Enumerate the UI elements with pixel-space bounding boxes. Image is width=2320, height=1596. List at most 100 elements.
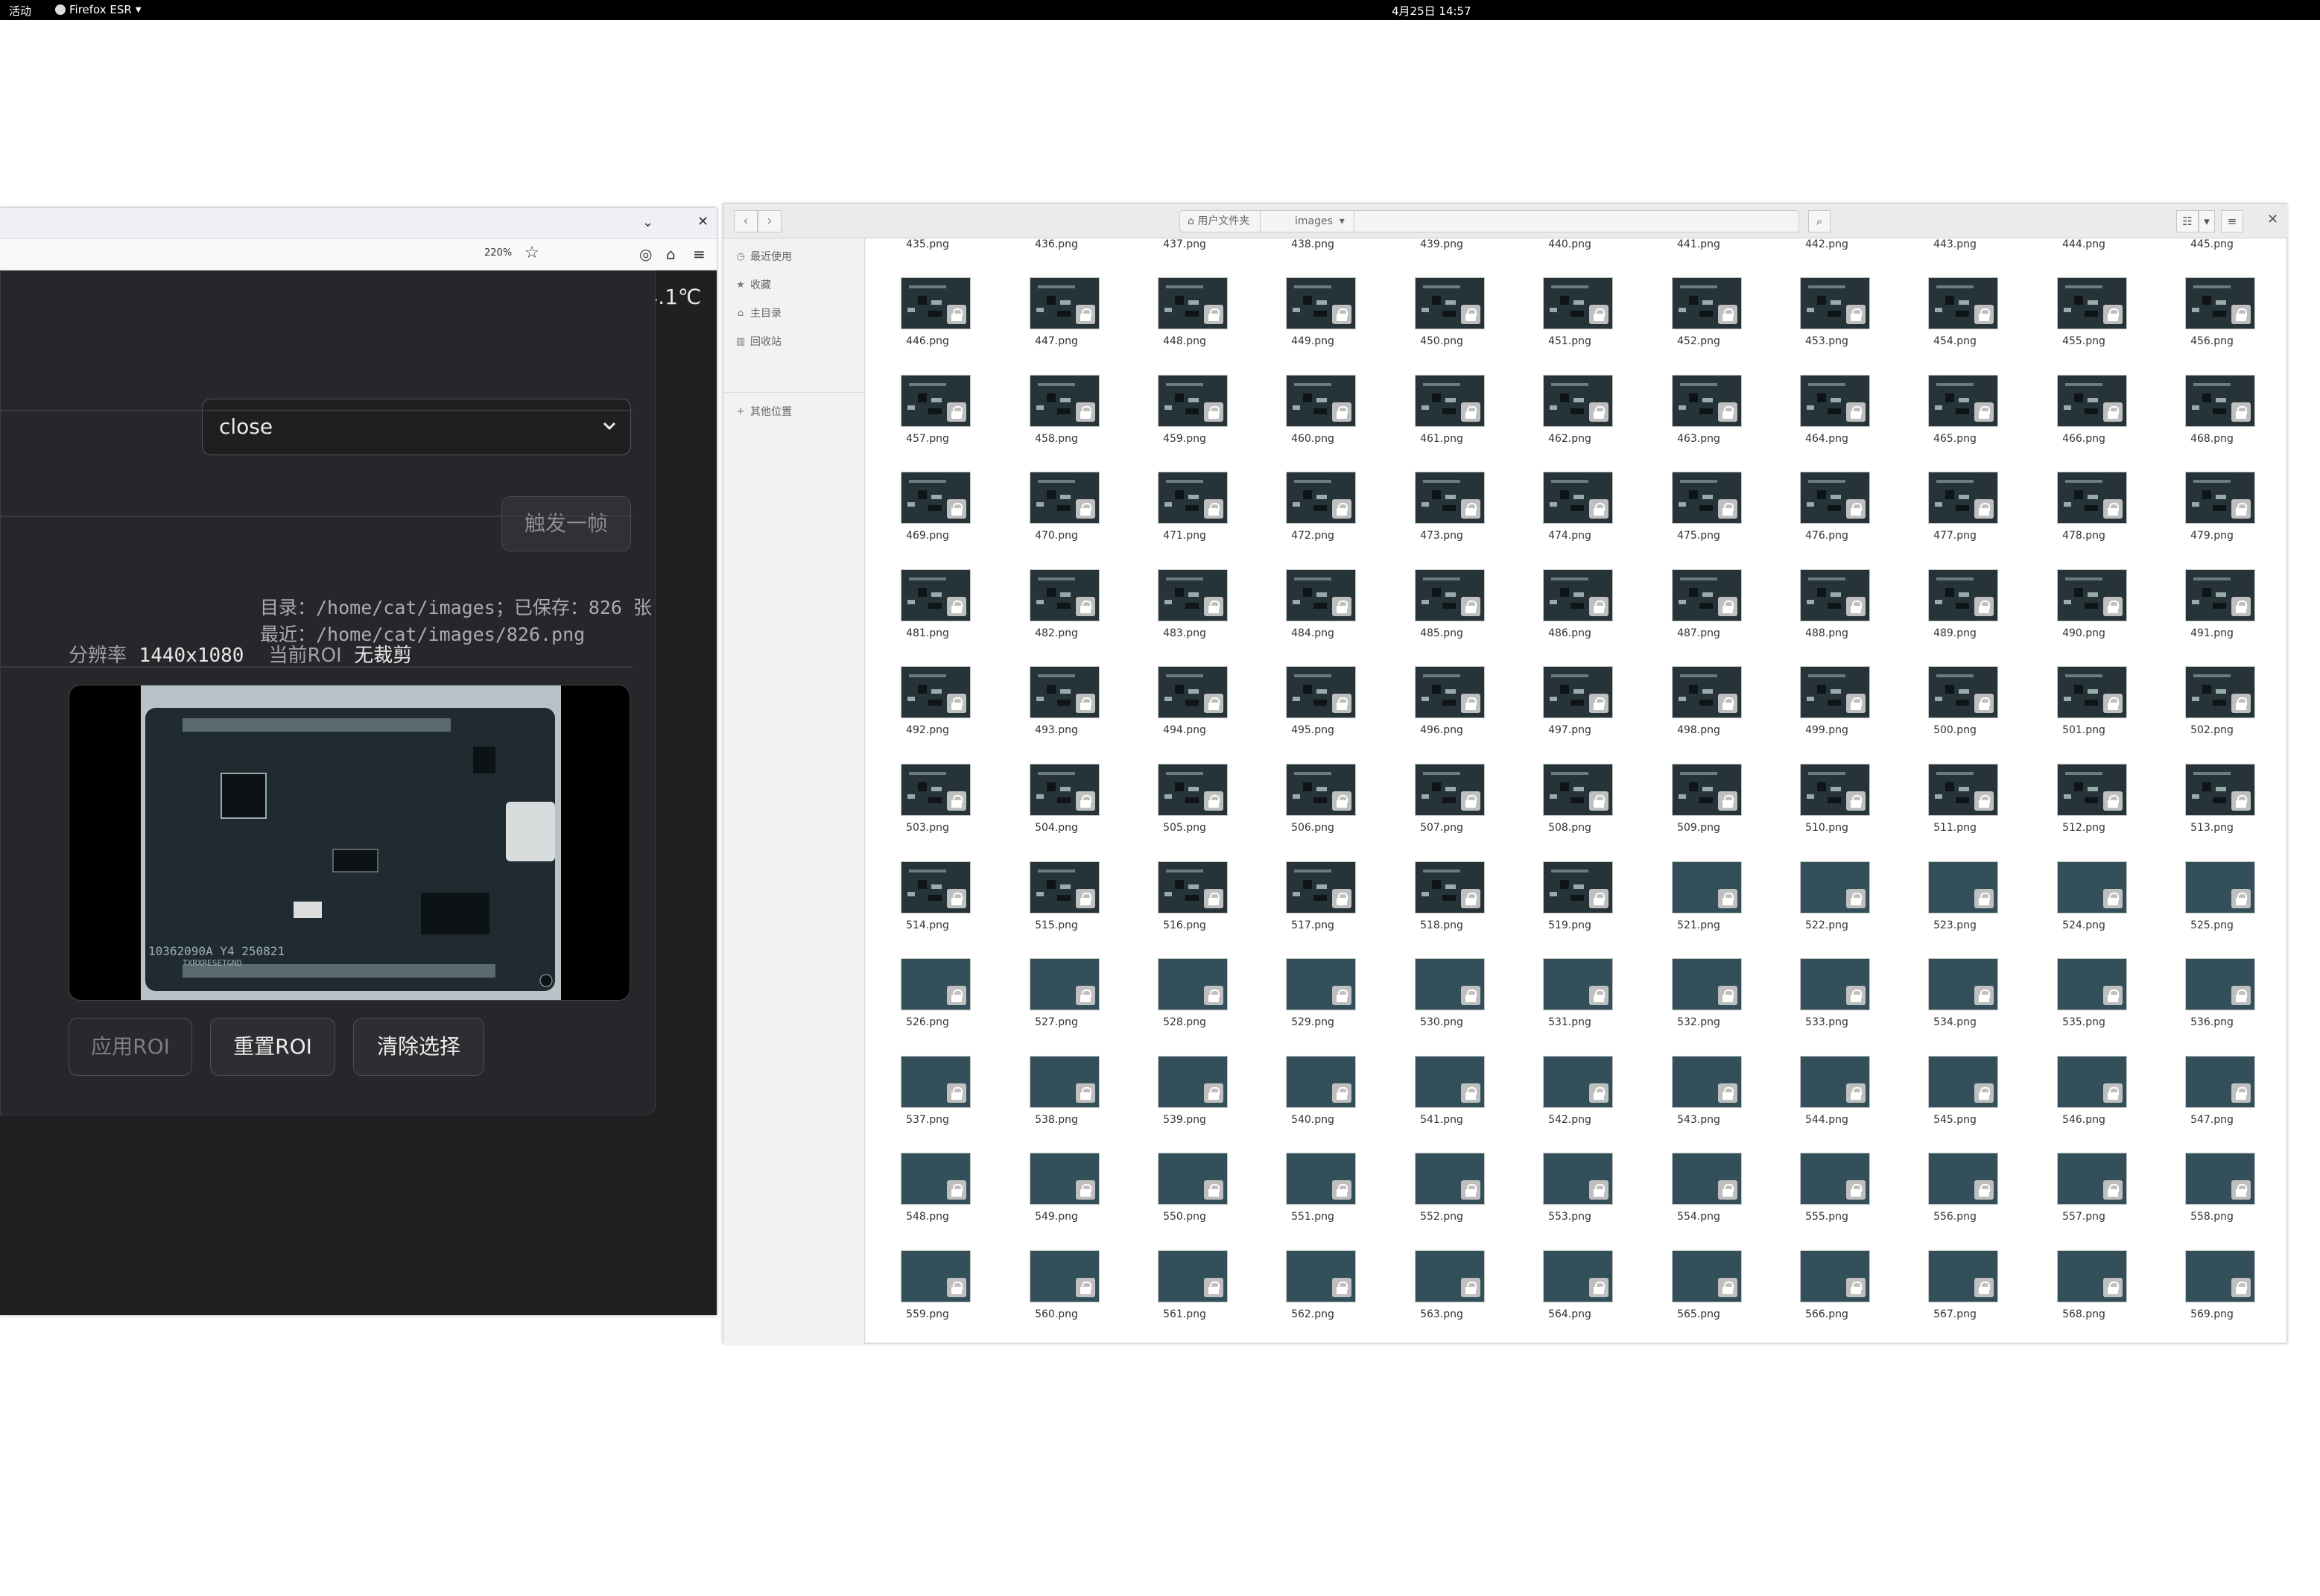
lock-icon — [1718, 888, 1737, 908]
view-list-icon[interactable]: ☷ — [2176, 210, 2199, 232]
lock-icon — [1846, 499, 1866, 519]
trigger-frame-button[interactable]: 触发一帧 — [501, 496, 631, 551]
menu-icon[interactable]: ≡ — [693, 245, 706, 263]
close-window-icon[interactable]: ✕ — [697, 214, 709, 229]
file-thumbnail — [1030, 374, 1100, 427]
lock-icon — [1846, 888, 1866, 908]
file-name: 517.png — [1291, 919, 1334, 931]
extensions-icon[interactable]: ⌂ — [666, 245, 676, 263]
lock-icon — [1846, 791, 1866, 811]
clear-selection-button[interactable]: 清除选择 — [353, 1018, 484, 1076]
search-icon[interactable]: ⌕ — [1808, 210, 1831, 232]
file-name: 556.png — [1933, 1211, 1977, 1223]
lock-icon — [1974, 694, 1994, 714]
lock-icon — [1332, 305, 1351, 324]
file-thumbnail — [2185, 277, 2255, 329]
file-thumbnail — [2057, 569, 2127, 621]
file-thumbnail — [901, 277, 971, 329]
file-name: 497.png — [1548, 724, 1591, 737]
file-name-partial[interactable]: 438.png — [1272, 238, 1354, 250]
hamburger-menu-icon[interactable]: ≡ — [2221, 210, 2243, 232]
file-name-partial[interactable]: 435.png — [887, 238, 969, 250]
forward-button[interactable]: › — [758, 210, 782, 232]
file-thumbnail — [901, 569, 971, 621]
file-name: 565.png — [1677, 1308, 1720, 1320]
lock-icon — [947, 986, 966, 1006]
file-thumbnail — [1543, 1153, 1613, 1206]
file-name: 446.png — [906, 335, 949, 347]
file-name: 469.png — [906, 530, 949, 542]
app-menu-label: Firefox ESR — [69, 3, 132, 16]
lock-icon — [1589, 986, 1609, 1006]
file-thumbnail — [2185, 1055, 2255, 1108]
sidebar-item-recent[interactable]: ◷ 最近使用 — [735, 249, 792, 264]
view-options-chevron-icon[interactable]: ▾ — [2199, 210, 2215, 232]
file-name-partial[interactable]: 436.png — [1015, 238, 1097, 250]
file-thumbnail — [1415, 569, 1485, 621]
account-icon[interactable]: ◎ — [639, 245, 652, 263]
file-name: 471.png — [1163, 530, 1206, 542]
mode-select[interactable]: close — [202, 399, 631, 455]
reset-roi-button[interactable]: 重置ROI — [210, 1018, 335, 1076]
file-thumbnail — [1286, 374, 1356, 427]
bookmark-star-icon[interactable]: ☆ — [524, 244, 539, 262]
sidebar-item-label: 收藏 — [750, 279, 771, 291]
file-name: 499.png — [1805, 724, 1848, 737]
breadcrumb-home[interactable]: ⌂ 用户文件夹 — [1180, 211, 1261, 232]
zoom-level[interactable]: 220% — [484, 247, 512, 259]
file-name-partial[interactable]: 443.png — [1914, 238, 1996, 250]
file-name-partial[interactable]: 439.png — [1401, 238, 1483, 250]
file-thumbnail — [1286, 1153, 1356, 1206]
lock-icon — [1461, 986, 1480, 1006]
file-thumbnail — [1030, 861, 1100, 913]
sidebar-item-starred[interactable]: ★ 收藏 — [735, 277, 771, 292]
file-name-partial[interactable]: 440.png — [1529, 238, 1611, 250]
file-thumbnail — [1543, 861, 1613, 913]
file-name-partial[interactable]: 445.png — [2171, 238, 2253, 250]
file-name: 477.png — [1933, 530, 1977, 542]
file-name: 478.png — [2062, 530, 2105, 542]
file-thumbnail — [901, 1250, 971, 1302]
app-menu[interactable]: Firefox ESR ▼ — [55, 3, 142, 16]
file-name-partial[interactable]: 442.png — [1786, 238, 1868, 250]
lock-icon — [1076, 791, 1095, 811]
breadcrumb: ⌂ 用户文件夹 images ▾ — [1179, 210, 1799, 232]
file-thumbnail — [2057, 764, 2127, 816]
lock-icon — [1589, 888, 1609, 908]
file-thumbnail — [901, 764, 971, 816]
file-name: 489.png — [1933, 627, 1977, 639]
file-name: 548.png — [906, 1211, 949, 1223]
list-tabs-chevron-icon[interactable]: ⌄ — [642, 215, 653, 230]
file-thumbnail — [1672, 1055, 1742, 1108]
apply-roi-button[interactable]: 应用ROI — [69, 1018, 192, 1076]
file-name: 473.png — [1420, 530, 1463, 542]
clock[interactable]: 4月25日 14:57 — [1392, 3, 1471, 19]
file-name: 551.png — [1291, 1211, 1334, 1223]
lock-icon — [1461, 1083, 1480, 1103]
lock-icon — [2103, 499, 2123, 519]
file-name-partial[interactable]: 437.png — [1144, 238, 1226, 250]
sidebar-item-home[interactable]: ⌂ 主目录 — [735, 305, 782, 320]
lock-icon — [1461, 596, 1480, 616]
file-thumbnail — [1928, 472, 1998, 525]
file-name: 463.png — [1677, 432, 1720, 445]
sidebar-item-trash[interactable]: ▥ 回收站 — [735, 334, 782, 349]
sidebar-item-other-locations[interactable]: + 其他位置 — [735, 404, 792, 419]
activities-button[interactable]: 活动 — [9, 3, 31, 19]
lock-icon — [2231, 596, 2251, 616]
back-button[interactable]: ‹ — [734, 210, 758, 232]
close-icon[interactable]: ✕ — [2267, 212, 2278, 227]
caret-down-icon: ▼ — [135, 5, 142, 14]
file-thumbnail — [1415, 374, 1485, 427]
camera-preview[interactable]: 10362090A Y4 250821 TXRXRESETGND — [69, 685, 630, 1001]
file-name: 452.png — [1677, 335, 1720, 347]
file-name-partial[interactable]: 441.png — [1658, 238, 1740, 250]
file-name: 493.png — [1035, 724, 1078, 737]
file-name: 515.png — [1035, 919, 1078, 931]
breadcrumb-current[interactable]: images ▾ — [1286, 211, 1354, 232]
divider — [1, 410, 633, 411]
file-thumbnail — [2185, 374, 2255, 427]
file-thumbnail — [1543, 569, 1613, 621]
file-name-partial[interactable]: 444.png — [2043, 238, 2125, 250]
lock-icon — [2103, 596, 2123, 616]
